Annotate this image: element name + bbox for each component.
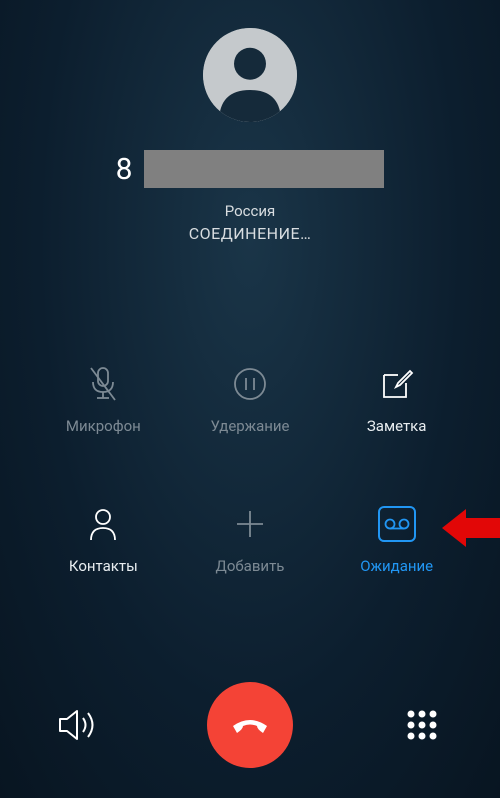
bottom-bar	[0, 682, 500, 768]
person-icon	[84, 505, 122, 543]
speaker-button[interactable]	[55, 702, 101, 748]
note-label: Заметка	[367, 417, 427, 435]
voicemail-box-icon	[378, 505, 416, 543]
microphone-muted-icon	[84, 365, 122, 403]
end-call-button[interactable]	[207, 682, 293, 768]
add-label: Добавить	[216, 557, 285, 575]
hold-button[interactable]: Удержание	[177, 365, 324, 435]
note-pencil-icon	[378, 365, 416, 403]
country-label: Россия	[0, 202, 500, 220]
pause-circle-icon	[231, 365, 269, 403]
speaker-icon	[57, 707, 99, 743]
mute-label: Микрофон	[66, 417, 141, 435]
arrow-annotation-icon	[442, 505, 500, 551]
phone-number-redacted	[144, 150, 384, 188]
wait-label: Ожидание	[360, 557, 433, 575]
contacts-label: Контакты	[69, 557, 138, 575]
note-button[interactable]: Заметка	[323, 365, 470, 435]
plus-icon	[231, 505, 269, 543]
call-status: СОЕДИНЕНИЕ…	[0, 224, 500, 243]
add-button[interactable]: Добавить	[177, 505, 324, 575]
avatar-container	[0, 0, 500, 122]
hold-label: Удержание	[210, 417, 289, 435]
phone-number-prefix: 8	[116, 152, 133, 187]
dialpad-button[interactable]	[399, 702, 445, 748]
action-grid: Микрофон Удержание Заметка	[0, 365, 500, 575]
phone-number-row: 8	[0, 150, 500, 188]
mute-button[interactable]: Микрофон	[30, 365, 177, 435]
dialpad-icon	[404, 707, 440, 743]
contacts-button[interactable]: Контакты	[30, 505, 177, 575]
avatar	[203, 28, 297, 122]
phone-hangup-icon	[227, 702, 273, 748]
